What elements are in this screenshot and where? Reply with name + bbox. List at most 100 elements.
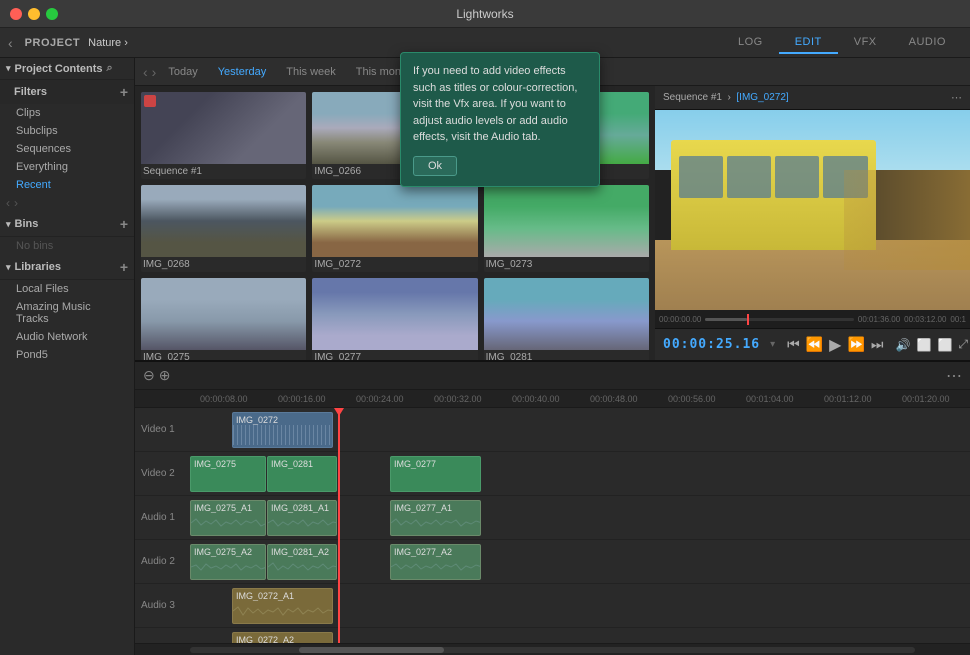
clip-img0277-a1[interactable]: IMG_0277_A1: [390, 500, 481, 536]
sidebar-item-local-files[interactable]: Local Files: [0, 280, 134, 298]
zoom-in-button[interactable]: ⊕: [159, 367, 171, 384]
bins-add-icon[interactable]: +: [120, 216, 128, 232]
date-tab-today[interactable]: Today: [160, 64, 205, 80]
track-content-audio2: IMG_0275_A2 IMG_0281_A2 IMG_0277_A2: [190, 540, 970, 583]
zoom-out-button[interactable]: ⊖: [143, 367, 155, 384]
tab-vfx[interactable]: VFX: [838, 32, 893, 54]
media-item-img0275[interactable]: IMG_0275: [141, 278, 306, 360]
project-contents-header[interactable]: ▾ Project Contents ⌕: [0, 58, 134, 80]
timeline-more-icon[interactable]: ⋯: [946, 366, 962, 386]
clip-img0275-a1[interactable]: IMG_0275_A1: [190, 500, 266, 536]
media-label-img0272: IMG_0272: [312, 257, 477, 272]
go-to-end-button[interactable]: ⏭: [871, 336, 884, 353]
media-item-seq1[interactable]: Sequence #1: [141, 92, 306, 179]
sidebar-item-pond5[interactable]: Pond5: [0, 346, 134, 364]
clip-img0277-v2[interactable]: IMG_0277: [390, 456, 481, 492]
mark-out-icon[interactable]: ⬜: [937, 338, 952, 352]
sidebar-item-sequences[interactable]: Sequences: [0, 140, 134, 158]
preview-more-icon[interactable]: ⋯: [951, 91, 962, 104]
tab-log[interactable]: LOG: [722, 32, 779, 54]
station-fence: [844, 170, 970, 270]
step-back-button[interactable]: ⏪: [806, 336, 823, 353]
clip-label-img0281-a2: IMG_0281_A2: [271, 547, 329, 557]
tab-edit[interactable]: EDIT: [779, 32, 838, 54]
step-forward-button[interactable]: ⏩: [847, 336, 864, 353]
tram-window-3: [775, 156, 819, 198]
date-next-icon[interactable]: ›: [152, 64, 157, 80]
fullscreen-icon[interactable]: ⤢: [958, 337, 968, 352]
scrubber-track[interactable]: [705, 318, 854, 321]
libraries-header[interactable]: ▾ Libraries +: [0, 255, 134, 280]
clip-img0277-a2[interactable]: IMG_0277_A2: [390, 544, 481, 580]
track-label-video1: Video 1: [135, 424, 190, 435]
timeline-zoom-controls: ⊖ ⊕: [143, 367, 170, 384]
preview-video[interactable]: [655, 110, 970, 310]
media-item-img0272[interactable]: IMG_0272: [312, 185, 477, 272]
audio-icon[interactable]: 🔊: [896, 338, 911, 352]
clip-img0281-v2[interactable]: IMG_0281: [267, 456, 337, 492]
tc-mark-10: 00:01:20.00: [902, 394, 950, 404]
media-thumb-img0272: [312, 185, 477, 257]
maximize-button[interactable]: [46, 8, 58, 20]
close-button[interactable]: [10, 8, 22, 20]
filters-header[interactable]: Filters +: [0, 80, 134, 104]
tram-window-1: [679, 156, 723, 198]
next-arrow-icon[interactable]: ›: [14, 196, 18, 210]
minimize-button[interactable]: [28, 8, 40, 20]
preview-scrubber-bar: 00:00:00.00 00:01:36.00 00:03:12.00 00:1: [655, 310, 970, 328]
clip-img0281-a1[interactable]: IMG_0281_A1: [267, 500, 337, 536]
track-content-audio1: IMG_0275_A1 IMG_0281_A1 IMG_0277_A1: [190, 496, 970, 539]
sidebar-item-amazing-music[interactable]: Amazing Music Tracks: [0, 298, 134, 328]
prev-arrow-icon[interactable]: ‹: [6, 196, 10, 210]
media-label-img0268: IMG_0268: [141, 257, 306, 272]
clip-img0272-a1[interactable]: IMG_0272_A1: [232, 588, 333, 624]
media-item-img0273[interactable]: IMG_0273: [484, 185, 649, 272]
tc-mark-7: 00:00:56.00: [668, 394, 716, 404]
libraries-add-icon[interactable]: +: [120, 259, 128, 275]
search-icon[interactable]: ⌕: [107, 62, 113, 75]
scrubber-playhead: [747, 314, 749, 325]
go-to-start-button[interactable]: ⏮: [787, 336, 800, 353]
sidebar-item-subclips[interactable]: Subclips: [0, 122, 134, 140]
date-tab-yesterday[interactable]: Yesterday: [210, 64, 275, 80]
mark-in-icon[interactable]: ⬜: [916, 338, 931, 352]
preview-topbar: Sequence #1 › [IMG_0272] ⋯: [655, 86, 970, 110]
sidebar: ▾ Project Contents ⌕ Filters + Clips Sub…: [0, 58, 135, 655]
play-button[interactable]: ▶: [829, 335, 841, 355]
track-row-video2: Video 2 IMG_0275 IMG_0281 IMG_0277: [135, 452, 970, 496]
project-name[interactable]: Nature ›: [88, 37, 128, 49]
scrollbar-track[interactable]: [190, 647, 915, 653]
sidebar-item-audio-network[interactable]: Audio Network: [0, 328, 134, 346]
sequence-badge: [144, 95, 156, 107]
scrubber-time-start: 00:00:00.00: [659, 315, 701, 324]
media-item-img0277[interactable]: IMG_0277: [312, 278, 477, 360]
bins-label: Bins: [15, 218, 39, 230]
scrubber-played: [705, 318, 747, 321]
popup-ok-button[interactable]: Ok: [413, 156, 457, 176]
media-item-img0268[interactable]: IMG_0268: [141, 185, 306, 272]
clip-img0281-a2[interactable]: IMG_0281_A2: [267, 544, 337, 580]
nav-back-button[interactable]: ‹: [8, 35, 13, 51]
media-item-img0281[interactable]: IMG_0281: [484, 278, 649, 360]
date-tab-this-week[interactable]: This week: [278, 64, 344, 80]
scrollbar-thumb[interactable]: [299, 647, 444, 653]
bins-header[interactable]: ▾ Bins +: [0, 212, 134, 237]
media-thumb-img0277: [312, 278, 477, 350]
sidebar-item-clips[interactable]: Clips: [0, 104, 134, 122]
preview-controls: 00:00:25.16 ▾ ⏮ ⏪ ▶ ⏩ ⏭ 🔊 ⬜ ⬜ ⤢ ↩ ↪: [655, 328, 970, 360]
sidebar-item-everything[interactable]: Everything: [0, 158, 134, 176]
clip-img0275-a2[interactable]: IMG_0275_A2: [190, 544, 266, 580]
media-label-img0273: IMG_0273: [484, 257, 649, 272]
libraries-collapse-icon: ▾: [6, 262, 11, 273]
timecode-dropdown-icon[interactable]: ▾: [770, 339, 775, 350]
filters-add-icon[interactable]: +: [120, 84, 128, 100]
media-label-img0275: IMG_0275: [141, 350, 306, 360]
clip-img0275-v2[interactable]: IMG_0275: [190, 456, 266, 492]
clip-img0272-a2[interactable]: IMG_0272_A2: [232, 632, 333, 643]
clip-label-img0275: IMG_0275: [194, 459, 236, 469]
tab-audio[interactable]: AUDIO: [893, 32, 962, 54]
sidebar-item-recent[interactable]: Recent: [0, 176, 134, 194]
date-prev-icon[interactable]: ‹: [143, 64, 148, 80]
clip-img0272-v1[interactable]: IMG_0272: [232, 412, 333, 448]
track-content-video2: IMG_0275 IMG_0281 IMG_0277: [190, 452, 970, 495]
